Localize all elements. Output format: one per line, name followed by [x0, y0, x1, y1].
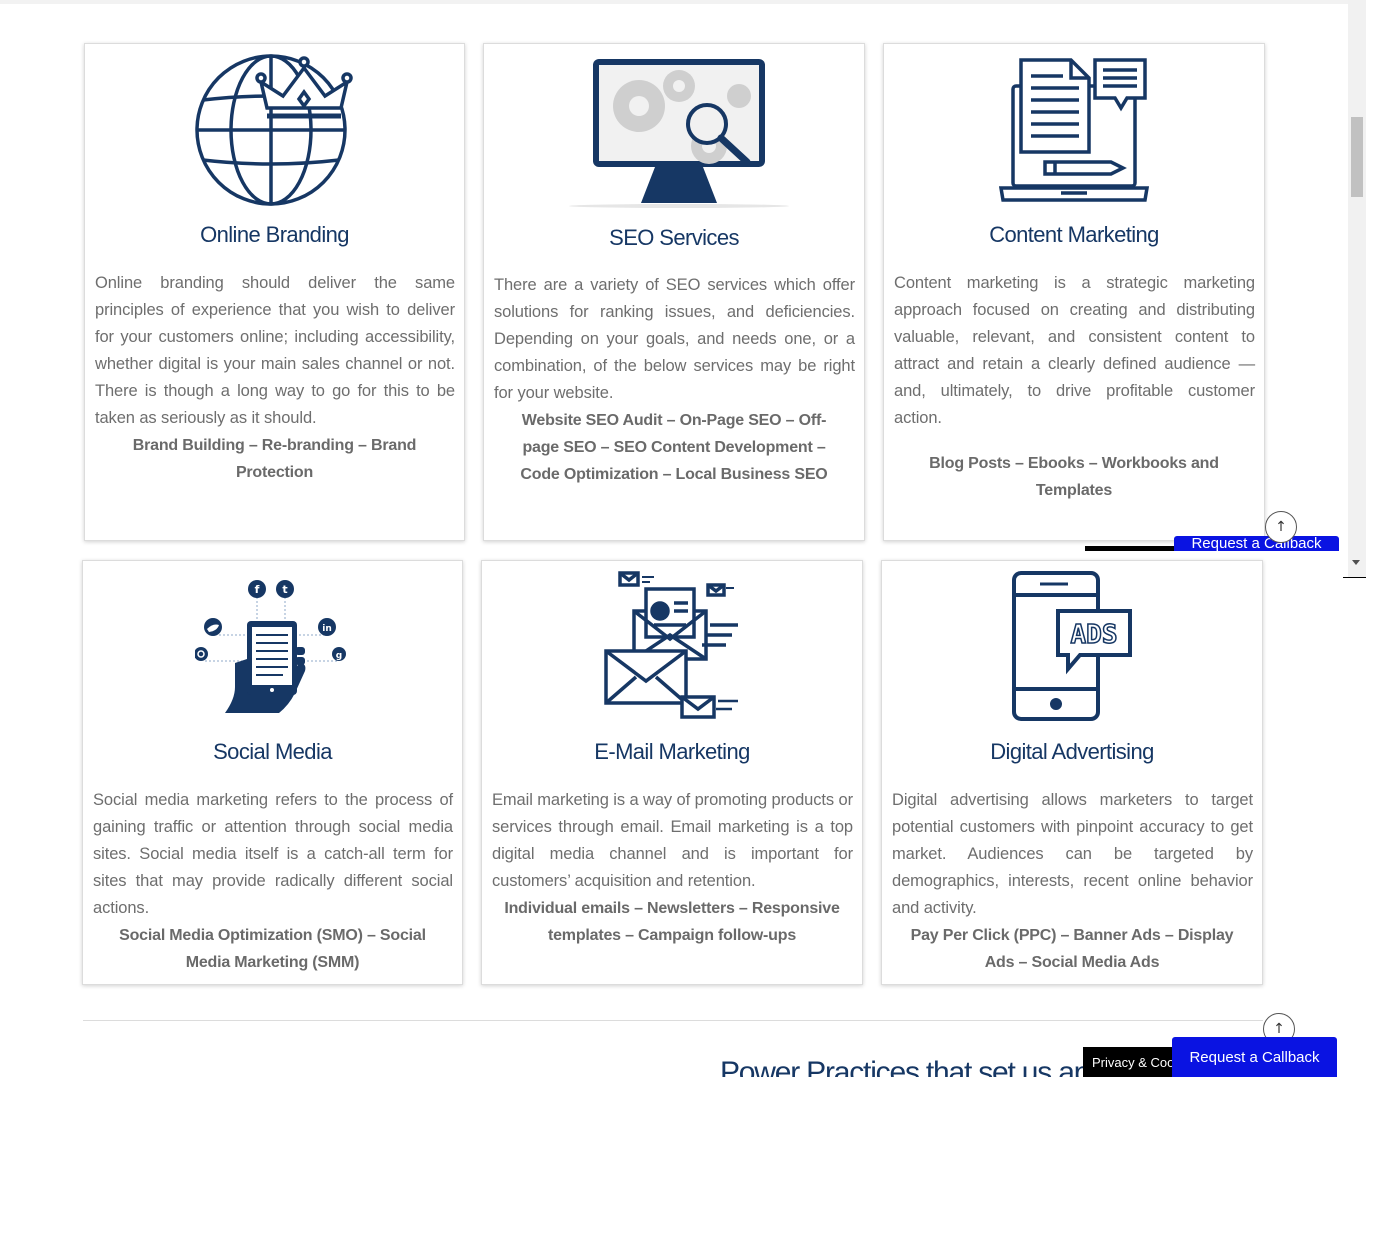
card-description: There are a variety of SEO services whic…	[494, 276, 855, 402]
card-title: Digital Advertising	[990, 739, 1154, 764]
scrollbar-underline	[1343, 577, 1366, 578]
scroll-down-arrow-icon[interactable]	[1352, 560, 1360, 565]
service-card-content-marketing: Content Marketing Content marketing is a…	[883, 43, 1265, 541]
card-title: Social Media	[213, 739, 332, 764]
linkedin-icon: in	[322, 624, 332, 634]
hand-phone-social-icon: f t in g	[83, 577, 462, 717]
phone-ads-icon: ADS	[882, 571, 1262, 723]
scroll-to-top-button-ghost[interactable]: ↑	[1265, 511, 1297, 543]
card-title: SEO Services	[609, 225, 739, 250]
card-tags: Individual emails – Newsletters – Respon…	[504, 900, 840, 944]
card-title: Content Marketing	[989, 222, 1159, 247]
monitor-magnifier-icon	[484, 56, 864, 208]
facebook-icon: f	[254, 583, 259, 596]
service-card-online-branding: Online Branding Online branding should d…	[84, 43, 465, 541]
ads-label: ADS	[1071, 620, 1118, 650]
card-tags: Blog Posts – Ebooks – Workbooks and Temp…	[929, 455, 1219, 499]
service-card-digital-advertising: ADS Digital Advertising Digital advertis…	[881, 560, 1263, 985]
card-description: Digital advertising allows marketers to …	[892, 791, 1253, 917]
envelopes-icon	[482, 569, 862, 721]
section-title: Power Practices that set us apart	[720, 1056, 1083, 1077]
card-title: E-Mail Marketing	[594, 739, 750, 764]
card-description: Social media marketing refers to the pro…	[93, 791, 453, 917]
globe-crown-icon	[85, 52, 464, 208]
privacy-cookies-button[interactable]: Privacy & Cookies Policy	[1083, 1047, 1173, 1077]
card-description: Email marketing is a way of promoting pr…	[492, 791, 854, 890]
request-callback-button-ghost[interactable]: Request a Callback	[1174, 536, 1339, 551]
service-card-social-media: f t in g Social Media Social media marke…	[82, 560, 463, 985]
section-divider	[83, 1020, 1263, 1021]
card-tags: Brand Building – Re-branding – Brand Pro…	[132, 437, 417, 481]
scrollbar-thumb[interactable]	[1351, 117, 1363, 197]
card-description: Online branding should deliver the same …	[95, 274, 455, 427]
top-divider	[0, 0, 1348, 4]
request-callback-button[interactable]: Request a Callback	[1172, 1037, 1337, 1077]
card-tags: Social Media Optimization (SMO) – Social…	[119, 927, 426, 971]
privacy-cookies-button-ghost[interactable]	[1085, 546, 1175, 551]
laptop-documents-icon	[884, 56, 1264, 206]
card-description: Content marketing is a strategic marketi…	[894, 274, 1255, 427]
tumblr-icon: t	[282, 583, 287, 596]
service-card-seo-services: SEO Services There are a variety of SEO …	[483, 43, 865, 541]
googleplus-icon: g	[335, 651, 341, 661]
card-tags: Pay Per Click (PPC) – Banner Ads – Displ…	[910, 927, 1234, 971]
card-title: Online Branding	[200, 222, 349, 247]
vertical-scrollbar[interactable]	[1348, 0, 1366, 578]
card-tags: Website SEO Audit – On-Page SEO – Off-pa…	[520, 412, 828, 483]
service-card-email-marketing: E-Mail Marketing Email marketing is a wa…	[481, 560, 863, 985]
